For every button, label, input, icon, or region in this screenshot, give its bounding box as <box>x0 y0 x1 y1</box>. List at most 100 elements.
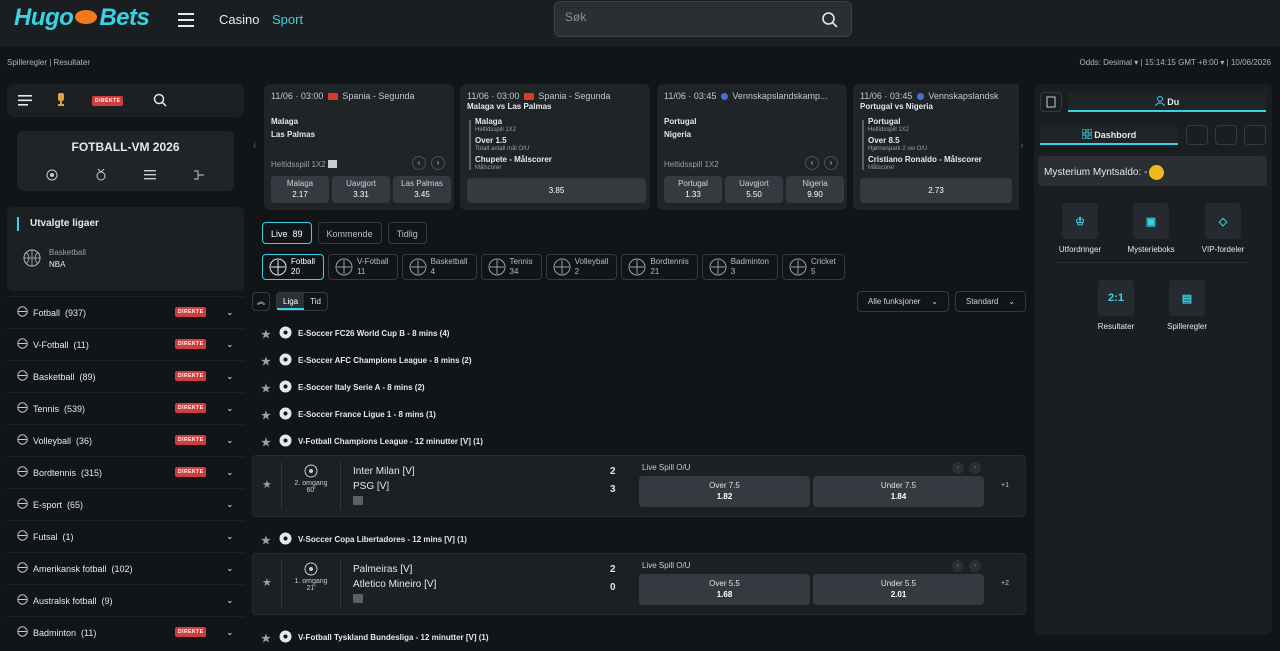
favorite-star-icon[interactable]: ★ <box>261 409 271 422</box>
rules-results-links[interactable]: Spilleregler | Resultater <box>7 58 90 67</box>
odds-button[interactable]: Nigeria 9.90 <box>786 176 844 203</box>
search-icon[interactable] <box>153 93 167 107</box>
odds-over-button[interactable]: Over 5.5 1.68 <box>639 574 810 605</box>
odds-under-button[interactable]: Under 5.5 2.01 <box>813 574 984 605</box>
sport-chip[interactable]: Cricket 5 <box>781 254 845 280</box>
favorite-star-icon[interactable]: ★ <box>261 355 271 368</box>
tile-challenges[interactable]: ♔ Utfordringer <box>1045 203 1115 254</box>
prev-market-icon[interactable]: ‹ <box>952 462 964 474</box>
odds-button[interactable]: Uavgjort 5.50 <box>725 176 783 203</box>
sort-liga[interactable]: Liga <box>277 293 305 310</box>
vip-tab-icon[interactable] <box>1244 125 1266 145</box>
standard-dropdown[interactable]: Standard ⌄ <box>955 291 1026 312</box>
tab-live[interactable]: Live 89 <box>262 222 312 244</box>
sport-chip[interactable]: V-Fotball 11 <box>328 254 398 280</box>
sidebar-sport-item[interactable]: Amerikansk fotball (102) ⌄ <box>7 552 244 584</box>
sidebar-sport-item[interactable]: V-Fotball (11) DIREKTE ⌄ <box>7 328 244 360</box>
featured-card[interactable]: 11/06 · 03:45 Vennskapslandskamp... Port… <box>657 84 847 210</box>
more-markets[interactable]: +2 <box>1001 580 1009 587</box>
carousel-next-icon[interactable]: › <box>1020 140 1023 151</box>
functions-dropdown[interactable]: Alle funksjoner ⌄ <box>857 291 949 312</box>
sort-tid[interactable]: Tid <box>304 293 327 310</box>
featured-betbuilder-card[interactable]: 11/06 · 03:45 Vennskapslandsk Portugal v… <box>853 84 1019 210</box>
tv-icon[interactable] <box>353 496 363 505</box>
tile-results[interactable]: 2:1 Resultater <box>1081 280 1151 331</box>
nav-sport[interactable]: Sport <box>272 12 303 27</box>
chevron-down-icon[interactable]: ⌄ <box>226 339 234 350</box>
league-row[interactable]: ★ E-Soccer AFC Champions League - 8 mins … <box>252 347 1026 374</box>
world-cup-banner[interactable]: FOTBALL-VM 2026 <box>17 131 234 191</box>
chevron-down-icon[interactable]: ⌄ <box>226 563 234 574</box>
standings-icon[interactable] <box>144 169 157 181</box>
sidebar-sport-item[interactable]: Futsal (1) ⌄ <box>7 520 244 552</box>
trophy-tab-icon[interactable] <box>1186 125 1208 145</box>
selected-league-nba[interactable]: NBA <box>49 260 65 269</box>
prev-market-icon[interactable]: ‹ <box>952 560 964 572</box>
featured-betbuilder-card[interactable]: 11/06 · 03:00 Spania - Segunda Malaga vs… <box>460 84 650 210</box>
bracket-icon[interactable] <box>193 169 205 181</box>
chevron-down-icon[interactable]: ⌄ <box>226 467 234 478</box>
odds-button[interactable]: Las Palmas 3.45 <box>393 176 451 203</box>
sidebar-sport-item[interactable]: Fotball (937) DIREKTE ⌄ <box>7 296 244 328</box>
tile-mystery-box[interactable]: ▣ Mysterieboks <box>1116 203 1186 254</box>
tv-icon[interactable] <box>353 594 363 603</box>
next-market-icon[interactable]: › <box>969 462 981 474</box>
chevron-down-icon[interactable]: ⌄ <box>226 403 234 414</box>
favorite-star-icon[interactable]: ★ <box>261 632 271 645</box>
chevron-down-icon[interactable]: ⌄ <box>226 595 234 606</box>
trophy-icon[interactable] <box>56 93 66 107</box>
mystery-tab-icon[interactable] <box>1215 125 1237 145</box>
menu-icon[interactable] <box>178 13 194 27</box>
odds-button[interactable]: Uavgjort 3.31 <box>332 176 390 203</box>
chevron-down-icon[interactable]: ⌄ <box>226 627 234 638</box>
sidebar-sport-item[interactable]: Badminton (11) DIREKTE ⌄ <box>7 616 244 648</box>
league-row[interactable]: ★ V-Fotball Tyskland Bundesliga - 12 min… <box>252 624 1026 651</box>
carousel-prev-icon[interactable]: ‹ <box>253 140 256 151</box>
sport-chip[interactable]: Basketball 4 <box>401 254 477 280</box>
league-row[interactable]: ★ E-Soccer Italy Serie A - 8 mins (2) <box>252 374 1026 401</box>
favorite-star-icon[interactable]: ★ <box>262 576 272 589</box>
nav-casino[interactable]: Casino <box>219 12 259 27</box>
football-icon[interactable] <box>46 169 58 181</box>
collapse-all-icon[interactable]: ︽ <box>252 292 270 311</box>
league-row[interactable]: ★ E-Soccer FC26 World Cup B - 8 mins (4) <box>252 320 1026 347</box>
betslip-icon[interactable] <box>1040 92 1062 112</box>
sport-chip[interactable]: Tennis 34 <box>480 254 542 280</box>
chevron-down-icon[interactable]: ⌄ <box>226 307 234 318</box>
chevron-down-icon[interactable]: ⌄ <box>226 435 234 446</box>
favorite-star-icon[interactable]: ★ <box>262 478 272 491</box>
chevron-down-icon[interactable]: ⌄ <box>226 531 234 542</box>
sidebar-sport-item[interactable]: Tennis (539) DIREKTE ⌄ <box>7 392 244 424</box>
sidebar-sport-item[interactable]: Basketball (89) DIREKTE ⌄ <box>7 360 244 392</box>
match-row[interactable]: ★ 2. omgang 60' Inter Milan [V] PSG [V] 2… <box>252 455 1026 517</box>
favorite-star-icon[interactable]: ★ <box>261 534 271 547</box>
tab-du[interactable]: Du <box>1068 92 1266 112</box>
list-menu-icon[interactable] <box>18 95 32 106</box>
match-row[interactable]: ★ 1. omgang 21' Palmeiras [V] Atletico Mi… <box>252 553 1026 615</box>
search-box[interactable] <box>554 1 852 37</box>
league-row[interactable]: ★ E-Soccer France Ligue 1 - 8 mins (1) <box>252 401 1026 428</box>
sport-chip[interactable]: Badminton 3 <box>701 254 778 280</box>
tile-rules[interactable]: ▤ Spilleregler <box>1152 280 1222 331</box>
combo-odds-button[interactable]: 3.85 <box>467 178 646 203</box>
favorite-star-icon[interactable]: ★ <box>261 436 271 449</box>
sidebar-sport-item[interactable]: E-sport (65) ⌄ <box>7 488 244 520</box>
favorite-star-icon[interactable]: ★ <box>261 382 271 395</box>
odds-over-button[interactable]: Over 7.5 1.82 <box>639 476 810 507</box>
search-input[interactable] <box>565 10 805 24</box>
tab-dashboard[interactable]: Dashbord <box>1040 125 1178 145</box>
league-row[interactable]: ★ V-Fotball Champions League - 12 minutte… <box>252 428 1026 455</box>
odds-under-button[interactable]: Under 7.5 1.84 <box>813 476 984 507</box>
chevron-down-icon[interactable]: ⌄ <box>226 499 234 510</box>
featured-card[interactable]: 11/06 · 03:00 Spania - Segunda Malaga La… <box>264 84 454 210</box>
odds-time-date[interactable]: Odds: Desimal ▾ | 15:14:15 GMT +8:00 ▾ |… <box>1080 58 1271 67</box>
logo[interactable]: Hugo Bets <box>14 4 150 32</box>
combo-odds-button[interactable]: 2.73 <box>860 178 1012 203</box>
league-row[interactable]: ★ V-Soccer Copa Libertadores - 12 mins [… <box>252 526 1026 553</box>
search-icon[interactable] <box>821 11 839 29</box>
more-markets[interactable]: +1 <box>1001 482 1009 489</box>
medal-icon[interactable] <box>95 169 107 181</box>
sidebar-sport-item[interactable]: Volleyball (36) DIREKTE ⌄ <box>7 424 244 456</box>
tab-tidlig[interactable]: Tidlig <box>387 222 427 244</box>
next-market-icon[interactable]: › <box>431 156 445 170</box>
